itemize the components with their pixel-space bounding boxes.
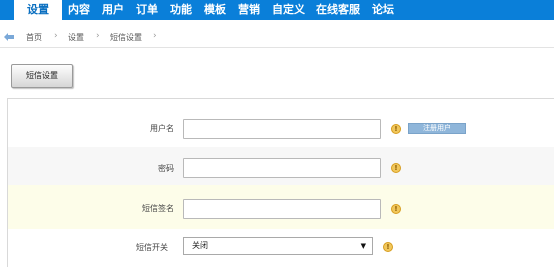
sms-settings-tab[interactable]: 短信设置 [11, 64, 73, 88]
sms-settings-form: 用户名 ! 注册用户 密码 ! 短信签名 ! 短信开关 关闭 ▼ ! [7, 98, 554, 267]
form-row-password: 密码 ! [8, 147, 554, 185]
breadcrumb-sms-settings: 短信设置 [110, 33, 142, 42]
nav-item-settings[interactable]: 设置 [14, 0, 62, 20]
signature-label: 短信签名 [142, 204, 174, 213]
username-label: 用户名 [150, 124, 174, 133]
form-row-switch: 短信开关 关闭 ▼ ! [8, 229, 554, 267]
nav-item-features[interactable]: 功能 [170, 0, 192, 20]
breadcrumb-home[interactable]: 首页 [26, 32, 42, 43]
register-user-button[interactable]: 注册用户 [408, 123, 466, 134]
sms-switch-value: 关闭 [192, 241, 208, 250]
breadcrumb: 首页 › 设置 › 短信设置 › [0, 28, 554, 48]
warning-icon: ! [383, 242, 393, 252]
breadcrumb-settings[interactable]: 设置 [68, 32, 84, 43]
username-input[interactable] [183, 119, 381, 139]
form-row-username: 用户名 ! 注册用户 [8, 99, 554, 147]
form-row-signature: 短信签名 ! [8, 185, 554, 229]
nav-item-users[interactable]: 用户 [102, 0, 124, 20]
nav-item-orders[interactable]: 订单 [136, 0, 158, 20]
nav-item-online-service[interactable]: 在线客服 [316, 0, 360, 20]
warning-icon: ! [391, 163, 401, 173]
nav-item-content[interactable]: 内容 [68, 0, 90, 20]
top-nav: 设置 内容 用户 订单 功能 模板 营销 自定义 在线客服 论坛 [0, 0, 554, 20]
password-label: 密码 [158, 164, 174, 173]
nav-item-marketing[interactable]: 营销 [238, 0, 260, 20]
nav-item-forum[interactable]: 论坛 [372, 0, 394, 20]
sms-switch-select[interactable]: 关闭 ▼ [183, 237, 373, 255]
dropdown-arrow-icon: ▼ [360, 242, 366, 250]
chevron-right-icon: › [153, 31, 157, 41]
signature-input[interactable] [183, 199, 381, 219]
chevron-right-icon: › [54, 31, 58, 41]
home-arrow-icon[interactable] [4, 33, 14, 41]
switch-label: 短信开关 [136, 243, 168, 252]
warning-icon: ! [391, 204, 401, 214]
chevron-right-icon: › [96, 31, 100, 41]
nav-item-custom[interactable]: 自定义 [272, 0, 305, 20]
nav-item-templates[interactable]: 模板 [204, 0, 226, 20]
warning-icon: ! [391, 124, 401, 134]
password-input[interactable] [183, 158, 381, 178]
